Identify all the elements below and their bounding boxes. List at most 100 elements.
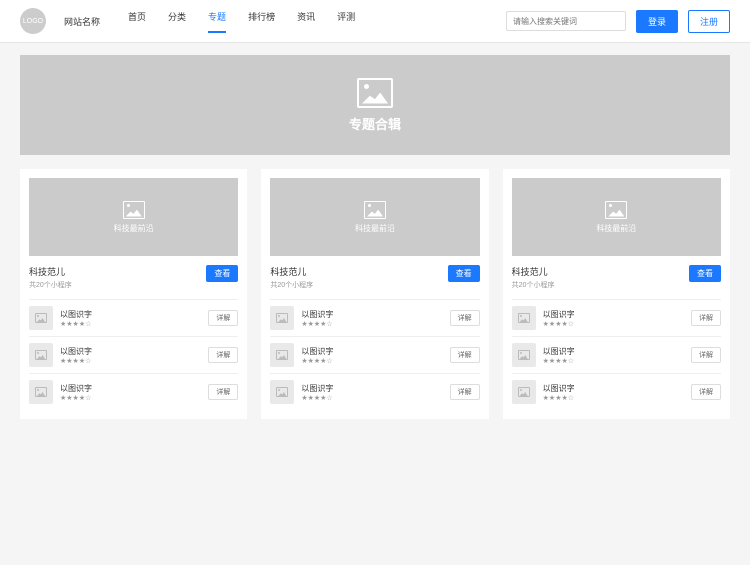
item-title: 以图识字 <box>60 346 201 357</box>
item-body: 以图识字★★★★☆ <box>543 346 684 365</box>
list-item[interactable]: 以图识字★★★★☆详解 <box>512 373 721 410</box>
list-item[interactable]: 以图识字★★★★☆ 详解 <box>270 299 479 336</box>
item-thumbnail <box>512 380 536 404</box>
image-placeholder-icon <box>35 350 47 360</box>
view-button[interactable]: 查看 <box>448 265 480 282</box>
item-body: 以图识字★★★★☆ <box>301 383 442 402</box>
topic-card: 科技最前沿科技范儿共20个小程序查看以图识字★★★★☆详解以图识字★★★★☆详解… <box>503 169 730 419</box>
header-right: 登录 注册 <box>506 10 730 33</box>
card-title: 科技范儿 <box>29 265 72 278</box>
item-body: 以图识字★★★★☆ <box>543 309 684 328</box>
detail-button[interactable]: 详解 <box>691 347 721 363</box>
nav-item[interactable]: 首页 <box>128 10 146 33</box>
image-placeholder-icon <box>364 201 386 219</box>
item-rating: ★★★★☆ <box>543 320 684 328</box>
detail-button[interactable]: 详解 <box>208 347 238 363</box>
card-title: 科技范儿 <box>512 265 555 278</box>
nav-item[interactable]: 专题 <box>208 10 226 33</box>
detail-button[interactable]: 详解 <box>208 310 238 326</box>
detail-button[interactable]: 详解 <box>450 384 480 400</box>
item-title: 以图识字 <box>543 346 684 357</box>
list-item[interactable]: 以图识字★★★★☆ 详解 <box>270 373 479 410</box>
search-input[interactable] <box>513 17 623 26</box>
item-thumbnail <box>512 306 536 330</box>
item-thumbnail <box>270 306 294 330</box>
item-rating: ★★★★☆ <box>301 357 442 365</box>
card-cover[interactable]: 科技最前沿 <box>270 178 479 256</box>
item-title: 以图识字 <box>301 309 442 320</box>
item-rating: ★★★★☆ <box>60 320 201 328</box>
detail-button[interactable]: 详解 <box>208 384 238 400</box>
card-header: 科技范儿共20个小程序 查看 <box>512 265 721 290</box>
item-thumbnail <box>29 380 53 404</box>
item-title: 以图识字 <box>301 346 442 357</box>
hero-title: 专题合辑 <box>349 114 401 133</box>
topic-card: 科技最前沿科技范儿共20个小程序查看以图识字★★★★☆详解以图识字★★★★☆详解… <box>20 169 247 419</box>
item-rating: ★★★★☆ <box>301 394 442 402</box>
item-title: 以图识字 <box>301 383 442 394</box>
card-subtitle: 共20个小程序 <box>270 280 313 290</box>
card-header: 科技范儿共20个小程序 查看 <box>29 265 238 290</box>
card-header: 科技范儿共20个小程序 查看 <box>270 265 479 290</box>
list-item[interactable]: 以图识字★★★★☆ 详解 <box>512 336 721 373</box>
item-rating: ★★★★☆ <box>543 357 684 365</box>
image-placeholder-icon <box>123 201 145 219</box>
item-rating: ★★★★☆ <box>301 320 442 328</box>
list-item[interactable]: 以图识字★★★★☆ 详解 <box>270 336 479 373</box>
list-item[interactable]: 以图识字★★★★☆ 详解 <box>29 373 238 410</box>
item-thumbnail <box>270 343 294 367</box>
nav-item[interactable]: 评测 <box>337 10 355 33</box>
card-cover-title: 科技最前沿 <box>114 223 154 234</box>
item-rating: ★★★★☆ <box>60 357 201 365</box>
list-item[interactable]: 以图识字★★★★☆ 详解 <box>29 299 238 336</box>
item-title: 以图识字 <box>60 383 201 394</box>
image-placeholder-icon <box>35 387 47 397</box>
nav-item[interactable]: 排行榜 <box>248 10 275 33</box>
image-placeholder-icon <box>518 387 530 397</box>
nav: 首页分类专题排行榜资讯评测 <box>128 10 355 33</box>
card-title: 科技范儿 <box>270 265 313 278</box>
view-button[interactable]: 查看 <box>206 265 238 282</box>
item-body: 以图识字★★★★☆ <box>60 383 201 402</box>
card-grid: 科技最前沿科技范儿共20个小程序查看以图识字★★★★☆详解以图识字★★★★☆详解… <box>20 169 730 419</box>
page-body: 专题合辑 科技最前沿科技范儿共20个小程序查看以图识字★★★★☆详解以图识字★★… <box>0 43 750 431</box>
header: LOGO 网站名称 首页分类专题排行榜资讯评测 登录 注册 <box>0 0 750 43</box>
item-title: 以图识字 <box>60 309 201 320</box>
image-placeholder-icon <box>518 350 530 360</box>
nav-item[interactable]: 资讯 <box>297 10 315 33</box>
item-body: 以图识字★★★★☆ <box>301 346 442 365</box>
login-button[interactable]: 登录 <box>636 10 678 33</box>
image-placeholder-icon <box>518 313 530 323</box>
list-item[interactable]: 以图识字★★★★☆ 详解 <box>29 336 238 373</box>
detail-button[interactable]: 详解 <box>691 310 721 326</box>
item-body: 以图识字★★★★☆ <box>301 309 442 328</box>
detail-button[interactable]: 详解 <box>450 310 480 326</box>
topic-card: 科技最前沿科技范儿共20个小程序查看以图识字★★★★☆详解以图识字★★★★☆详解… <box>261 169 488 419</box>
image-placeholder-icon <box>357 78 393 108</box>
card-subtitle: 共20个小程序 <box>512 280 555 290</box>
nav-item[interactable]: 分类 <box>168 10 186 33</box>
site-name: 网站名称 <box>64 15 100 28</box>
logo[interactable]: LOGO <box>20 8 46 34</box>
card-cover[interactable]: 科技最前沿 <box>29 178 238 256</box>
card-cover-title: 科技最前沿 <box>596 223 636 234</box>
item-title: 以图识字 <box>543 383 684 394</box>
image-placeholder-icon <box>276 313 288 323</box>
item-body: 以图识字★★★★☆ <box>60 346 201 365</box>
card-subtitle: 共20个小程序 <box>29 280 72 290</box>
detail-button[interactable]: 详解 <box>450 347 480 363</box>
item-thumbnail <box>512 343 536 367</box>
search-box[interactable] <box>506 11 626 31</box>
item-thumbnail <box>270 380 294 404</box>
image-placeholder-icon <box>605 201 627 219</box>
image-placeholder-icon <box>35 313 47 323</box>
item-rating: ★★★★☆ <box>60 394 201 402</box>
item-body: 以图识字★★★★☆ <box>60 309 201 328</box>
list-item[interactable]: 以图识字★★★★☆ 详解 <box>512 299 721 336</box>
detail-button[interactable]: 详解 <box>691 384 721 400</box>
view-button[interactable]: 查看 <box>689 265 721 282</box>
card-cover[interactable]: 科技最前沿 <box>512 178 721 256</box>
image-placeholder-icon <box>276 350 288 360</box>
register-button[interactable]: 注册 <box>688 10 730 33</box>
item-title: 以图识字 <box>543 309 684 320</box>
